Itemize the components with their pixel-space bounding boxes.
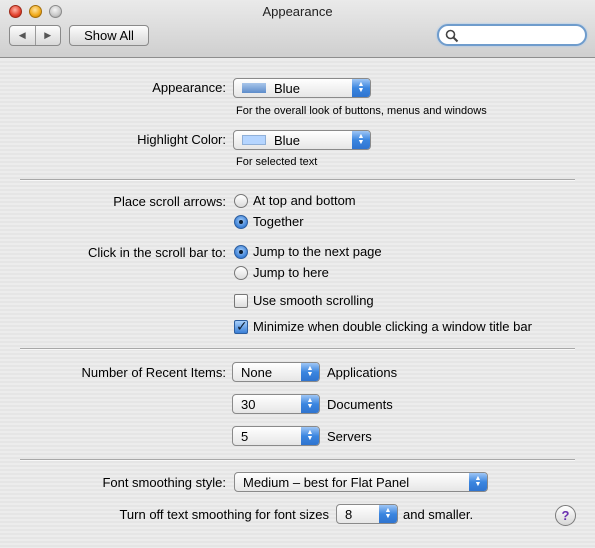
scroll-arrows-label: Place scroll arrows: bbox=[113, 194, 226, 209]
radio-label: At top and bottom bbox=[253, 193, 356, 208]
documents-label: Documents bbox=[327, 397, 393, 412]
highlight-value: Blue bbox=[274, 132, 301, 148]
popup-value: 5 bbox=[241, 428, 249, 444]
back-arrow-icon[interactable]: ◀ bbox=[10, 26, 36, 45]
window-title: Appearance bbox=[262, 4, 333, 19]
title-bar: Appearance ◀ ▶ Show All bbox=[0, 0, 595, 58]
highlight-note: For selected text bbox=[236, 156, 318, 168]
help-button[interactable]: ? bbox=[555, 505, 576, 526]
separator bbox=[20, 459, 575, 461]
text-smoothing-size-popup[interactable]: 8 ▲ ▼ bbox=[336, 504, 398, 524]
preferences-content: Appearance: Blue ▲ ▼ For the overall look… bbox=[0, 59, 595, 548]
recent-servers-popup[interactable]: 5 ▲ ▼ bbox=[232, 426, 320, 446]
radio-button bbox=[234, 193, 248, 208]
checkbox-label: Minimize when double clicking a window t… bbox=[253, 319, 532, 334]
text-smoothing-suffix: and smaller. bbox=[403, 507, 474, 522]
popup-arrows-icon: ▲ ▼ bbox=[469, 473, 487, 491]
recent-items-label: Number of Recent Items: bbox=[81, 365, 227, 380]
radio-together[interactable]: Together bbox=[234, 214, 304, 229]
forward-arrow-icon[interactable]: ▶ bbox=[36, 26, 61, 45]
font-smoothing-label: Font smoothing style: bbox=[102, 475, 226, 490]
highlight-swatch bbox=[242, 135, 266, 145]
checkbox-smooth-scrolling[interactable]: Use smooth scrolling bbox=[234, 293, 374, 308]
recent-documents-popup[interactable]: 30 ▲ ▼ bbox=[232, 394, 320, 414]
radio-button-selected bbox=[234, 214, 248, 229]
popup-arrows-icon: ▲ ▼ bbox=[379, 505, 397, 523]
radio-button-selected bbox=[234, 244, 248, 259]
radio-label: Jump to the next page bbox=[253, 244, 382, 259]
radio-jump-next-page[interactable]: Jump to the next page bbox=[234, 244, 382, 259]
applications-label: Applications bbox=[327, 365, 398, 380]
appearance-swatch bbox=[242, 83, 266, 93]
checkbox-box bbox=[234, 293, 248, 308]
radio-at-top-and-bottom[interactable]: At top and bottom bbox=[234, 193, 356, 208]
servers-label: Servers bbox=[327, 429, 372, 444]
highlight-popup[interactable]: Blue ▲ ▼ bbox=[233, 130, 371, 150]
search-field[interactable] bbox=[437, 24, 587, 46]
checkbox-box-checked: ✓ bbox=[234, 317, 248, 334]
popup-value: Medium – best for Flat Panel bbox=[243, 474, 410, 490]
appearance-label: Appearance: bbox=[152, 80, 226, 95]
appearance-value: Blue bbox=[274, 80, 301, 96]
separator bbox=[20, 348, 575, 350]
popup-arrows-icon: ▲ ▼ bbox=[301, 363, 319, 381]
recent-applications-popup[interactable]: None ▲ ▼ bbox=[232, 362, 320, 382]
radio-label: Together bbox=[253, 214, 304, 229]
popup-value: None bbox=[241, 364, 273, 380]
highlight-label: Highlight Color: bbox=[137, 132, 226, 147]
preferences-window: Appearance ◀ ▶ Show All Appearance: Blue… bbox=[0, 0, 595, 548]
back-forward-control: ◀ ▶ bbox=[9, 25, 61, 46]
appearance-note: For the overall look of buttons, menus a… bbox=[236, 105, 487, 117]
popup-arrows-icon: ▲ ▼ bbox=[301, 427, 319, 445]
checkmark-icon: ✓ bbox=[236, 317, 248, 334]
popup-value: 8 bbox=[345, 506, 353, 522]
separator bbox=[20, 179, 575, 181]
help-icon: ? bbox=[561, 508, 570, 523]
popup-value: 30 bbox=[241, 396, 256, 412]
popup-arrows-icon: ▲ ▼ bbox=[352, 131, 370, 149]
radio-label: Jump to here bbox=[253, 265, 329, 280]
text-smoothing-label: Turn off text smoothing for font sizes bbox=[119, 507, 329, 522]
checkbox-minimize-double-click[interactable]: ✓ Minimize when double clicking a window… bbox=[234, 317, 532, 334]
appearance-popup[interactable]: Blue ▲ ▼ bbox=[233, 78, 371, 98]
radio-button bbox=[234, 265, 248, 280]
popup-arrows-icon: ▲ ▼ bbox=[352, 79, 370, 97]
font-smoothing-popup[interactable]: Medium – best for Flat Panel ▲ ▼ bbox=[234, 472, 488, 492]
search-icon bbox=[445, 29, 459, 43]
checkbox-label: Use smooth scrolling bbox=[253, 293, 374, 308]
show-all-button[interactable]: Show All bbox=[69, 25, 149, 46]
radio-jump-to-here[interactable]: Jump to here bbox=[234, 265, 329, 280]
scroll-bar-label: Click in the scroll bar to: bbox=[88, 245, 226, 260]
popup-arrows-icon: ▲ ▼ bbox=[301, 395, 319, 413]
